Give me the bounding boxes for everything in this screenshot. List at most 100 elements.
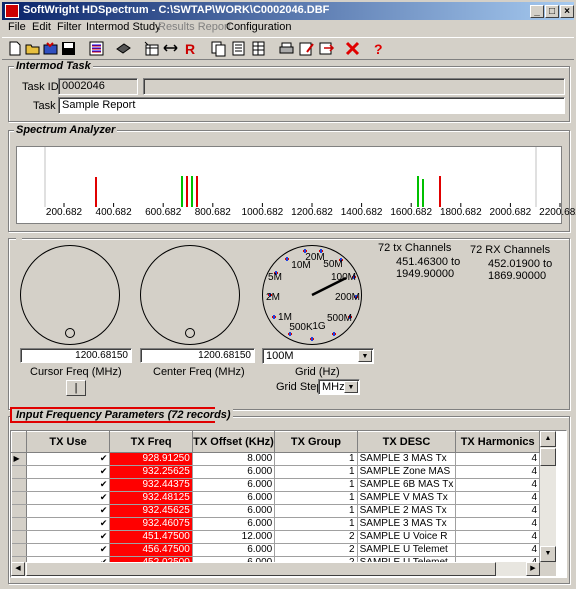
scroll-right-icon[interactable]: ▶ — [526, 562, 540, 576]
tx-offset-cell[interactable]: 6.000 — [192, 478, 276, 492]
tx-freq-cell[interactable]: 928.91250 — [109, 452, 193, 466]
tx-harmonics-cell[interactable]: 4 — [455, 478, 540, 492]
tx-desc-cell[interactable]: SAMPLE 6B MAS Tx — [357, 478, 457, 492]
save-icon[interactable] — [60, 40, 77, 57]
tx-freq-cell[interactable]: 451.47500 — [109, 530, 193, 544]
tx-desc-cell[interactable]: SAMPLE U Telemet — [357, 543, 457, 557]
table-row[interactable]: ✔ 932.46075 6.000 1 SAMPLE 3 MAS Tx 4 — [11, 517, 540, 531]
tx-desc-cell[interactable]: SAMPLE 3 MAS Tx — [357, 452, 457, 466]
checkmark-icon[interactable]: ✔ — [98, 467, 108, 476]
tx-offset-cell[interactable]: 6.000 — [192, 504, 276, 518]
table-row[interactable]: ✔ 451.47500 12.000 2 SAMPLE U Voice R4 — [11, 530, 540, 544]
row-selector[interactable] — [11, 517, 27, 531]
tx-freq-cell[interactable]: 932.48125 — [109, 491, 193, 505]
checkmark-icon[interactable]: ✔ — [98, 454, 108, 463]
tx-group-cell[interactable]: 2 — [274, 543, 358, 557]
open-database-icon[interactable] — [42, 40, 59, 57]
tx-group-cell[interactable]: 1 — [274, 491, 358, 505]
cursor-button[interactable]: | — [66, 380, 86, 396]
grid-select[interactable]: 100M ▼ — [262, 348, 374, 364]
table-row[interactable]: ✔ 932.45625 6.000 1 SAMPLE 2 MAS Tx 4 — [11, 504, 540, 518]
menu-configuration[interactable]: Configuration — [226, 21, 291, 33]
tx-group-cell[interactable]: 1 — [274, 504, 358, 518]
tx-group-cell[interactable]: 1 — [274, 478, 358, 492]
minimize-button[interactable]: _ — [530, 5, 544, 18]
row-selector[interactable] — [11, 530, 27, 544]
print-icon[interactable] — [278, 40, 295, 57]
chevron-down-icon[interactable]: ▼ — [358, 350, 372, 362]
tx-offset-cell[interactable]: 6.000 — [192, 543, 276, 557]
tx-offset-cell[interactable]: 6.000 — [192, 491, 276, 505]
scroll-thumb[interactable] — [540, 448, 556, 466]
row-selector[interactable] — [11, 543, 27, 557]
edit-record-icon[interactable] — [298, 40, 315, 57]
center-freq-input[interactable]: 1200.68150 — [140, 348, 255, 363]
tx-harmonics-cell[interactable]: 4 — [455, 491, 540, 505]
tx-offset-cell[interactable]: 12.000 — [192, 530, 276, 544]
column-header-tx-harmonics[interactable]: TX Harmonics — [455, 431, 540, 453]
copy-pages-icon[interactable] — [210, 40, 227, 57]
new-file-icon[interactable] — [6, 40, 23, 57]
tx-group-cell[interactable]: 2 — [274, 530, 358, 544]
tx-use-cell[interactable]: ✔ — [26, 491, 111, 505]
export-icon[interactable] — [318, 40, 335, 57]
column-header-tx-use[interactable]: TX Use — [25, 431, 111, 453]
checkmark-icon[interactable]: ✔ — [98, 545, 108, 554]
hscroll-thumb[interactable] — [26, 562, 496, 576]
scroll-up-icon[interactable]: ▲ — [540, 431, 556, 447]
tx-desc-cell[interactable]: SAMPLE V MAS Tx — [357, 491, 457, 505]
select-table-icon[interactable] — [143, 40, 160, 57]
row-selector[interactable]: ▶ — [11, 452, 27, 466]
tx-harmonics-cell[interactable]: 4 — [455, 452, 540, 466]
delete-x-icon[interactable] — [344, 40, 361, 57]
menu-results-report[interactable]: Results Report — [158, 21, 231, 33]
row-selector[interactable] — [11, 465, 27, 479]
cursor-freq-knob[interactable] — [20, 245, 120, 345]
tx-group-cell[interactable]: 1 — [274, 452, 358, 466]
horizontal-scrollbar[interactable]: ◀ ▶ — [11, 562, 540, 576]
tx-freq-cell[interactable]: 932.45625 — [109, 504, 193, 518]
table-row[interactable]: ✔ 456.47500 6.000 2 SAMPLE U Telemet 4 — [11, 543, 540, 557]
checkmark-icon[interactable]: ✔ — [98, 532, 108, 541]
list-view-icon[interactable] — [88, 40, 105, 57]
center-freq-knob[interactable] — [140, 245, 240, 345]
resize-arrows-icon[interactable] — [162, 40, 179, 57]
tx-use-cell[interactable]: ✔ — [26, 517, 111, 531]
document-icon[interactable] — [230, 40, 247, 57]
task-id-field[interactable]: 0002046 — [58, 78, 138, 95]
tx-desc-cell[interactable]: SAMPLE U Voice R — [357, 530, 457, 544]
checkmark-icon[interactable]: ✔ — [98, 480, 108, 489]
spectrum-display[interactable]: 200.682 400.682 600.682 800.682 1000.682 1200… — [16, 146, 576, 224]
tx-harmonics-cell[interactable]: 4 — [455, 543, 540, 557]
print-setup-icon[interactable] — [115, 40, 132, 57]
grid-dial[interactable]: 10M 20M 50M 100M 200M 500M 1G 500K 1M 2M 5M — [262, 245, 362, 345]
tx-harmonics-cell[interactable]: 4 — [455, 517, 540, 531]
task-field[interactable]: Sample Report — [58, 97, 565, 114]
tx-freq-cell[interactable]: 932.46075 — [109, 517, 193, 531]
chevron-down-icon[interactable]: ▼ — [344, 381, 358, 393]
menu-filter[interactable]: Filter — [57, 21, 81, 33]
open-folder-icon[interactable] — [24, 40, 41, 57]
report-r-icon[interactable]: R — [182, 40, 199, 57]
row-selector[interactable] — [11, 491, 27, 505]
sheet-icon[interactable] — [250, 40, 267, 57]
tx-harmonics-cell[interactable]: 4 — [455, 465, 540, 479]
column-header-tx-desc[interactable]: TX DESC — [356, 431, 457, 453]
help-icon[interactable]: ? — [370, 40, 387, 57]
tx-harmonics-cell[interactable]: 4 — [455, 504, 540, 518]
column-header-tx-group[interactable]: TX Group — [274, 431, 358, 453]
tx-use-cell[interactable]: ✔ — [26, 530, 111, 544]
tx-group-cell[interactable]: 1 — [274, 517, 358, 531]
tx-desc-cell[interactable]: SAMPLE 3 MAS Tx — [357, 517, 457, 531]
tx-use-cell[interactable]: ✔ — [26, 543, 111, 557]
cursor-freq-input[interactable]: 1200.68150 — [20, 348, 132, 363]
tx-offset-cell[interactable]: 8.000 — [192, 452, 276, 466]
maximize-button[interactable]: □ — [545, 5, 559, 18]
menu-intermod-study[interactable]: Intermod Study — [86, 21, 161, 33]
scroll-left-icon[interactable]: ◀ — [11, 562, 25, 576]
grid-step-select[interactable]: MHz ▼ — [318, 379, 360, 395]
tx-freq-cell[interactable]: 932.44375 — [109, 478, 193, 492]
tx-desc-cell[interactable]: SAMPLE Zone MAS — [357, 465, 457, 479]
row-selector[interactable] — [11, 478, 27, 492]
checkmark-icon[interactable]: ✔ — [98, 519, 108, 528]
